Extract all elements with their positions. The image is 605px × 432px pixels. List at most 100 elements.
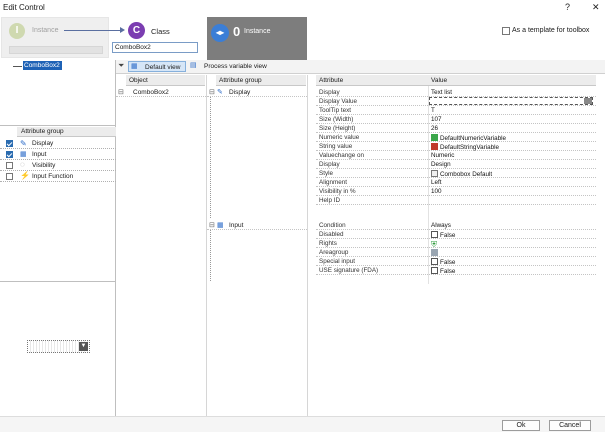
input-checkbox[interactable] <box>6 151 13 158</box>
style-label: Combobox Default <box>440 171 493 178</box>
tree-line-icon <box>210 230 211 281</box>
use-signature-label: False <box>440 268 456 275</box>
preview-divider <box>0 281 116 282</box>
combobox-preview[interactable]: ▼ <box>27 340 90 353</box>
attr-group-row-display[interactable]: ✎ Display <box>0 138 116 149</box>
attr-value: T <box>431 107 435 114</box>
attr-row[interactable]: Visibility in % 100 <box>316 187 596 196</box>
default-view-label: Default view <box>145 64 181 71</box>
attr-group-row-visibility[interactable]: ◌ Visibility <box>0 160 116 171</box>
column-divider-1 <box>206 75 207 416</box>
instance-name-field <box>9 46 103 54</box>
cancel-button[interactable]: Cancel <box>549 420 591 431</box>
step-instance-count[interactable]: ◂▸ 0 Instance <box>207 17 307 60</box>
special-input-label: False <box>440 259 456 266</box>
attr-row[interactable]: String value DefaultStringVariable <box>316 142 596 151</box>
instance-count-label: Instance <box>244 28 271 35</box>
group-display-label: Display <box>229 89 251 96</box>
attr-name: Valuechange on <box>319 152 365 159</box>
left-panel <box>0 60 116 416</box>
tree-item-combobox[interactable]: ComboBox2 <box>23 61 62 70</box>
grid-icon: ▦ <box>131 63 138 70</box>
group-display-collapse-icon[interactable]: ⊟ <box>209 88 215 96</box>
step-instance-label: Instance <box>32 27 59 34</box>
dropdown-button[interactable] <box>584 98 592 104</box>
group-header-label: Attribute group <box>219 77 262 84</box>
disabled-label: False <box>440 232 456 239</box>
process-view-icon[interactable]: ▤ <box>190 61 197 69</box>
attr-row[interactable]: USE signature (FDA) False <box>316 266 596 275</box>
input-icon: ▦ <box>217 222 224 229</box>
attr-row[interactable]: Help ID <box>316 196 596 205</box>
numeric-variable-label: DefaultNumericVariable <box>440 135 507 142</box>
lightning-icon: ⚡ <box>20 171 30 180</box>
attr-row[interactable]: Areagroup <box>316 248 596 257</box>
attr-name: Size (Height) <box>319 125 356 132</box>
attr-name: Special input <box>319 258 356 265</box>
group-input-collapse-icon[interactable]: ⊟ <box>209 221 215 229</box>
attr-name: Numeric value <box>319 134 360 141</box>
left-divider <box>0 125 116 126</box>
attr-name: Areagroup <box>319 249 349 256</box>
display-value-input[interactable] <box>429 97 593 105</box>
attr-value: Design <box>431 161 451 168</box>
attr-table-header: Attribute Value <box>316 75 596 86</box>
attr-row[interactable]: Special input False <box>316 257 596 266</box>
attr-row[interactable]: Numeric value DefaultNumericVariable <box>316 133 596 142</box>
tree-line-icon <box>210 97 211 218</box>
template-checkbox[interactable] <box>502 27 510 35</box>
attr-row[interactable]: Rights ⛨ <box>316 239 596 249</box>
group-row-display[interactable]: ⊟ ✎ Display <box>207 88 307 97</box>
attr-row[interactable]: Valuechange on Numeric <box>316 151 596 160</box>
attr-group-label-input: Input <box>32 151 47 158</box>
object-header-label: Object <box>129 77 148 84</box>
attr-name: Display Value <box>319 98 358 105</box>
attr-group-row-input-function[interactable]: ⚡ Input Function <box>0 171 116 182</box>
checkbox-icon[interactable] <box>431 231 438 238</box>
step-class-label: Class <box>151 27 170 36</box>
attr-group-row-input[interactable]: ▦ Input <box>0 149 116 160</box>
attr-name: String value <box>319 143 353 150</box>
process-view-button[interactable]: Process variable view <box>204 63 267 70</box>
view-toolbar: ⏷ ▦ Default view ▤ Process variable view <box>116 60 605 74</box>
attr-row[interactable]: Alignment Left <box>316 178 596 187</box>
attr-row[interactable]: Display Value <box>316 97 596 106</box>
attr-value: 107 <box>431 116 442 123</box>
attr-value: False <box>431 231 455 239</box>
step-instance-inactive[interactable]: I Instance <box>1 17 109 58</box>
visibility-icon: ◌ <box>20 160 25 169</box>
attr-group-label-input-function: Input Function <box>32 173 74 180</box>
checkbox-icon[interactable] <box>431 258 438 265</box>
attr-name: Display <box>319 161 340 168</box>
filter-icon[interactable]: ⏷ <box>118 61 124 71</box>
pencil-icon: ✎ <box>20 139 27 148</box>
attr-row[interactable]: Style Combobox Default <box>316 169 596 178</box>
numeric-variable-icon <box>431 134 438 141</box>
window-title: Edit Control <box>3 3 45 12</box>
attr-row[interactable]: Display Text list <box>316 88 596 97</box>
help-button[interactable]: ? <box>565 2 570 12</box>
object-row[interactable]: ⊟ ComboBox2 <box>116 88 206 97</box>
step-class[interactable]: C Class ComboBox2 <box>110 17 206 59</box>
display-checkbox[interactable] <box>6 140 13 147</box>
attr-row[interactable]: Size (Height) 26 <box>316 124 596 133</box>
checkbox-icon[interactable] <box>431 267 438 274</box>
group-column-header: Attribute group <box>216 75 306 86</box>
close-button[interactable]: ✕ <box>592 2 600 13</box>
visibility-checkbox[interactable] <box>6 162 13 169</box>
default-view-button[interactable]: ▦ Default view <box>128 61 186 72</box>
group-row-input[interactable]: ⊟ ▦ Input <box>207 221 307 230</box>
collapse-icon[interactable]: ⊟ <box>118 88 124 96</box>
attr-name: Visibility in % <box>319 188 356 195</box>
attr-row[interactable]: Display Design <box>316 160 596 169</box>
chevron-down-icon[interactable]: ▼ <box>79 342 88 351</box>
attr-row[interactable]: Size (Width) 107 <box>316 115 596 124</box>
attr-row[interactable]: Disabled False <box>316 230 596 239</box>
class-name-input[interactable]: ComboBox2 <box>112 42 198 53</box>
attr-name: Help ID <box>319 197 340 204</box>
input-function-checkbox[interactable] <box>6 173 13 180</box>
attr-value <box>431 249 440 257</box>
attr-row[interactable]: ToolTip text T <box>316 106 596 115</box>
attr-row[interactable]: Condition Always <box>316 221 596 230</box>
ok-button[interactable]: Ok <box>502 420 540 431</box>
